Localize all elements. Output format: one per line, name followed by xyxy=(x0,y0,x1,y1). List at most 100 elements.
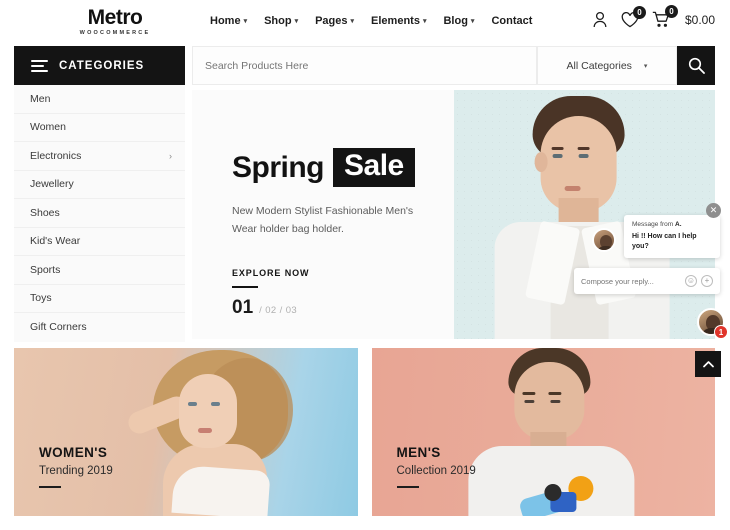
category-label: Gift Corners xyxy=(30,321,87,334)
promo-women-image xyxy=(105,348,320,516)
category-item-kids-wear[interactable]: Kid's Wear xyxy=(14,228,185,256)
search-submit-button[interactable] xyxy=(677,46,715,85)
chat-reply-bar: ☺ + xyxy=(574,268,720,294)
hero-cta-label: EXPLORE NOW xyxy=(232,268,310,278)
category-label: Toys xyxy=(30,292,52,305)
categories-header-label: CATEGORIES xyxy=(59,59,145,72)
chevron-down-icon: ▾ xyxy=(243,17,248,25)
promo-banner-womens[interactable]: WOMEN'S Trending 2019 xyxy=(14,348,358,516)
site-logo[interactable]: Metro WOOCOMMERCE xyxy=(55,6,175,37)
category-dropdown-label: All Categories xyxy=(566,59,632,72)
promo-underline xyxy=(396,486,419,488)
chat-reply-input[interactable] xyxy=(581,276,681,286)
wishlist-count-badge: 0 xyxy=(632,5,646,19)
nav-item-shop[interactable]: Shop ▾ xyxy=(264,15,298,27)
promo-banners: WOMEN'S Trending 2019 MEN'S Collection 2… xyxy=(14,348,715,516)
main-navigation: Home ▾ Shop ▾ Pages ▾ Elements ▾ Blog ▾ … xyxy=(210,15,532,27)
categories-sidebar: CATEGORIES Men Women Electronics › Jewel… xyxy=(14,46,185,342)
hero-title-highlight: Sale xyxy=(333,148,415,187)
promo-women-content: WOMEN'S Trending 2019 xyxy=(39,445,113,488)
plus-icon[interactable]: + xyxy=(701,275,713,287)
category-label: Shoes xyxy=(30,206,60,219)
promo-title: MEN'S xyxy=(396,445,441,460)
promo-subtitle: Trending 2019 xyxy=(39,465,113,477)
chat-unread-badge: 1 xyxy=(714,325,728,339)
promo-men-image xyxy=(447,348,657,516)
promo-banner-mens[interactable]: MEN'S Collection 2019 xyxy=(371,348,715,516)
nav-label: Pages xyxy=(315,15,348,27)
promo-underline xyxy=(39,486,61,488)
chevron-down-icon: ▾ xyxy=(294,17,299,25)
cart-total-amount: $0.00 xyxy=(684,12,715,27)
account-button[interactable] xyxy=(592,11,608,28)
promo-men-content: MEN'S Collection 2019 xyxy=(396,445,476,488)
chevron-right-icon: › xyxy=(169,150,172,161)
search-input[interactable] xyxy=(205,59,524,72)
category-item-jewellery[interactable]: Jewellery xyxy=(14,171,185,199)
category-label: Sports xyxy=(30,263,61,276)
category-label: Men xyxy=(30,92,51,105)
logo-subtitle: WOOCOMMERCE xyxy=(79,30,151,36)
nav-label: Blog xyxy=(443,15,468,27)
chat-from-prefix: Message from xyxy=(632,221,675,228)
hero-page-rest[interactable]: / 02 / 03 xyxy=(259,305,297,316)
chevron-up-icon xyxy=(702,360,714,367)
nav-label: Home xyxy=(210,15,241,27)
category-label: Kid's Wear xyxy=(30,235,81,248)
category-item-electronics[interactable]: Electronics › xyxy=(14,142,185,171)
site-header: Metro WOOCOMMERCE Home ▾ Shop ▾ Pages ▾ … xyxy=(0,0,730,47)
categories-header-button[interactable]: CATEGORIES xyxy=(14,46,185,85)
chevron-down-icon: ▾ xyxy=(643,62,648,70)
promo-title: WOMEN'S xyxy=(39,445,108,460)
nav-item-home[interactable]: Home ▾ xyxy=(210,15,247,27)
chat-message-from: Message from A. xyxy=(632,221,712,228)
hero-explore-button[interactable]: EXPLORE NOW xyxy=(232,268,309,288)
hero-title-plain: Spring xyxy=(232,150,325,184)
hero-content: Spring Sale New Modern Stylist Fashionab… xyxy=(232,148,462,288)
chat-agent-avatar xyxy=(592,228,616,252)
nav-label: Contact xyxy=(491,15,533,27)
nav-item-pages[interactable]: Pages ▾ xyxy=(315,15,354,27)
hero-cta-underline xyxy=(232,286,258,288)
header-actions: 0 0 $0.00 xyxy=(592,5,715,28)
category-label: Electronics xyxy=(30,149,82,162)
chat-from-name: A. xyxy=(675,221,682,228)
hamburger-icon xyxy=(31,59,48,72)
categories-list: Men Women Electronics › Jewellery Shoes … xyxy=(14,85,185,342)
nav-item-blog[interactable]: Blog ▾ xyxy=(443,15,474,27)
nav-label: Elements xyxy=(371,15,420,27)
chat-message-text: Hi !! How can I help you? xyxy=(632,233,697,250)
page-root: Metro WOOCOMMERCE Home ▾ Shop ▾ Pages ▾ … xyxy=(0,0,730,530)
hero-subtitle: New Modern Stylist Fashionable Men's Wea… xyxy=(232,205,414,235)
user-icon xyxy=(593,11,607,28)
category-item-shoes[interactable]: Shoes xyxy=(14,199,185,228)
search-bar: All Categories ▾ xyxy=(192,46,715,85)
logo-text: Metro xyxy=(87,6,143,29)
chevron-down-icon: ▾ xyxy=(422,17,427,25)
cart-count-badge: 0 xyxy=(664,5,678,18)
category-dropdown[interactable]: All Categories ▾ xyxy=(537,46,677,85)
hero-page-current[interactable]: 01 xyxy=(232,297,253,319)
promo-subtitle: Collection 2019 xyxy=(396,465,476,477)
category-label: Women xyxy=(30,121,66,134)
hero-title: Spring Sale xyxy=(232,148,462,187)
emoji-icon[interactable]: ☺ xyxy=(685,275,697,287)
hero-pagination[interactable]: 01 / 02 / 03 xyxy=(232,297,297,319)
nav-item-elements[interactable]: Elements ▾ xyxy=(371,15,426,27)
search-icon xyxy=(688,57,705,74)
nav-item-contact[interactable]: Contact xyxy=(491,15,532,27)
category-item-women[interactable]: Women xyxy=(14,114,185,142)
category-item-sports[interactable]: Sports xyxy=(14,256,185,285)
scroll-to-top-button[interactable] xyxy=(695,351,721,377)
chat-close-button[interactable]: ✕ xyxy=(706,203,721,218)
category-item-gift-corners[interactable]: Gift Corners xyxy=(14,313,185,342)
chevron-down-icon: ▾ xyxy=(350,17,355,25)
category-item-toys[interactable]: Toys xyxy=(14,285,185,313)
cart-button[interactable]: 0 xyxy=(652,5,678,28)
chevron-down-icon: ▾ xyxy=(470,17,475,25)
category-item-men[interactable]: Men xyxy=(14,85,185,114)
wishlist-button[interactable]: 0 xyxy=(621,5,646,28)
search-field-wrap xyxy=(192,46,537,85)
category-label: Jewellery xyxy=(30,178,74,191)
nav-label: Shop xyxy=(264,15,292,27)
